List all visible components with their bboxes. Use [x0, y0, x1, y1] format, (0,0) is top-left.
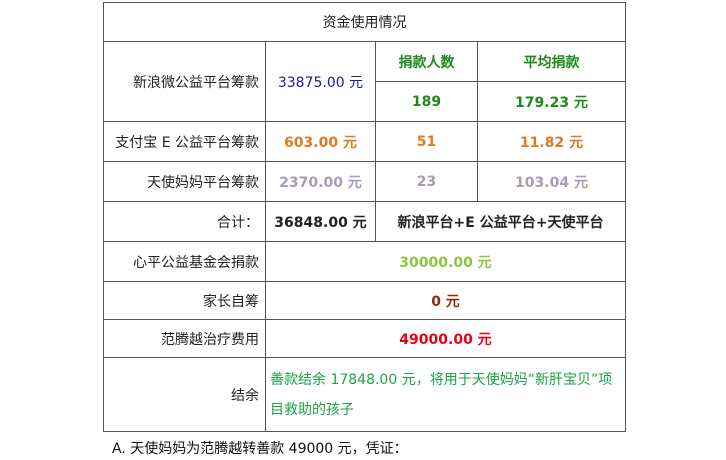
weibo-donors: 189 — [375, 81, 478, 122]
balance-note: 善款结余 17848.00 元，将用于天使妈妈“新肝宝贝”项目救助的孩子 — [265, 357, 626, 432]
donors-header: 捐款人数 — [375, 41, 478, 82]
treatment-label: 范腾越治疗费用 — [103, 319, 266, 358]
weibo-avg: 179.23 元 — [477, 81, 626, 122]
table-title: 资金使用情况 — [103, 2, 626, 42]
table-row: 支付宝 E 公益平台筹款 603.00 元 51 11.82 元 — [103, 121, 626, 162]
angel-donors: 23 — [375, 161, 478, 202]
total-amount: 36848.00 元 — [265, 201, 376, 242]
xinping-label: 心平公益基金会捐款 — [103, 241, 266, 282]
table-row: 家长自筹 0 元 — [103, 281, 626, 320]
weibo-amount: 33875.00 元 — [265, 41, 376, 122]
table-row: 新浪微公益平台筹款 33875.00 元 捐款人数 平均捐款 — [103, 41, 626, 122]
footer-text: A. 天使妈妈为范腾越转善款 49000 元，凭证： — [112, 441, 408, 457]
funds-table: 资金使用情况 新浪微公益平台筹款 33875.00 元 捐款人数 平均捐款 18… — [103, 2, 626, 432]
parents-amount: 0 元 — [265, 281, 626, 320]
parents-label: 家长自筹 — [103, 281, 266, 320]
weibo-label: 新浪微公益平台筹款 — [103, 41, 266, 122]
angel-amount: 2370.00 元 — [265, 161, 376, 202]
balance-label: 结余 — [103, 357, 266, 432]
table-row: 天使妈妈平台筹款 2370.00 元 23 103.04 元 — [103, 161, 626, 202]
table-row: 心平公益基金会捐款 30000.00 元 — [103, 241, 626, 282]
table-title-row: 资金使用情况 — [103, 2, 626, 42]
total-note: 新浪平台+E 公益平台+天使平台 — [375, 201, 626, 242]
total-label: 合计： — [103, 201, 266, 242]
treatment-amount: 49000.00 元 — [265, 319, 626, 358]
alipay-label: 支付宝 E 公益平台筹款 — [103, 121, 266, 162]
table-row: 结余 善款结余 17848.00 元，将用于天使妈妈“新肝宝贝”项目救助的孩子 — [103, 357, 626, 432]
alipay-avg: 11.82 元 — [477, 121, 626, 162]
xinping-amount: 30000.00 元 — [265, 241, 626, 282]
angel-label: 天使妈妈平台筹款 — [103, 161, 266, 202]
angel-avg: 103.04 元 — [477, 161, 626, 202]
table-row: 合计： 36848.00 元 新浪平台+E 公益平台+天使平台 — [103, 201, 626, 242]
table-row: 范腾越治疗费用 49000.00 元 — [103, 319, 626, 358]
avg-header: 平均捐款 — [477, 41, 626, 82]
alipay-donors: 51 — [375, 121, 478, 162]
alipay-amount: 603.00 元 — [265, 121, 376, 162]
